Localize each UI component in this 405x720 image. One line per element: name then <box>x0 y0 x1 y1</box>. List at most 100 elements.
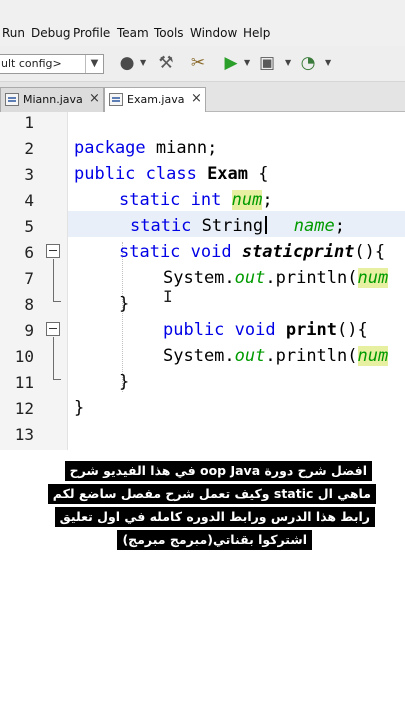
field-num: num <box>357 268 389 288</box>
close-icon[interactable]: × <box>89 91 100 106</box>
line-number: 7 <box>24 269 34 288</box>
code-text: ; <box>262 190 273 210</box>
code-text: System. <box>163 268 235 288</box>
profile-icon[interactable]: ◔ <box>297 52 319 74</box>
text-caret <box>265 216 267 234</box>
code-text: System. <box>163 346 235 366</box>
code-line-2: package miann; <box>74 138 217 158</box>
toolbar: ult config> ▼ ● ▼ ⚒ ✂ ▶ ▼ ▣ ▼ ◔ ▼ <box>0 46 405 82</box>
keyword: static int <box>119 190 222 210</box>
menu-window[interactable]: Window <box>190 26 237 40</box>
menu-run[interactable]: Run <box>2 26 25 40</box>
code-text: .println( <box>265 346 358 366</box>
hammer-icon[interactable]: ⚒ <box>155 52 177 74</box>
chevron-down-icon[interactable]: ▼ <box>325 58 331 67</box>
line-number: 6 <box>24 243 34 262</box>
caption-line: افضل شرح دورة oop Java في هذا الفيديو شر… <box>64 461 372 481</box>
editor-tab-bar: Miann.java × Exam.java × <box>0 82 405 113</box>
caption-line: ماهي ال static وكيف تعمل شرح مفصل ساضع ل… <box>47 484 376 504</box>
chevron-down-icon[interactable]: ▼ <box>285 58 291 67</box>
tab-exam-java[interactable]: Exam.java × <box>104 87 206 113</box>
menu-bar: Run Debug Profile Team Tools Window Help <box>0 0 405 46</box>
fold-line <box>53 259 54 301</box>
java-file-icon <box>5 93 19 106</box>
run-icon[interactable]: ▶ <box>220 52 242 74</box>
fold-end <box>53 301 61 302</box>
line-number: 11 <box>14 373 34 392</box>
config-dropdown[interactable]: ult config> ▼ <box>0 54 104 74</box>
keyword: static void <box>119 242 232 262</box>
field-num: num <box>231 190 263 210</box>
code-line-8: } <box>119 294 129 314</box>
fold-line <box>53 337 54 379</box>
method-name: print <box>275 320 338 340</box>
method-name: staticprint <box>231 242 355 262</box>
class-name: Exam <box>196 164 249 184</box>
code-line-3: public class Exam { <box>74 164 269 184</box>
menu-tools[interactable]: Tools <box>154 26 184 40</box>
field-out: out <box>234 268 266 288</box>
type-name: String <box>191 216 264 236</box>
code-text: } <box>119 294 130 314</box>
code-text: (){ <box>354 242 386 262</box>
keyword: package <box>74 138 146 158</box>
line-number: 5 <box>24 217 34 236</box>
config-value: ult config> <box>1 57 62 70</box>
chevron-down-icon[interactable]: ▼ <box>85 55 103 73</box>
menu-team[interactable]: Team <box>117 26 149 40</box>
chevron-down-icon[interactable]: ▼ <box>140 58 146 67</box>
line-number: 13 <box>14 425 34 444</box>
fold-end <box>53 379 61 380</box>
indent-guide <box>122 242 123 392</box>
field-out: out <box>234 346 266 366</box>
caption-line: اشتركوا بقناتي(مبرمج مبرمج) <box>117 530 312 550</box>
code-text: { <box>248 164 269 184</box>
line-number: 8 <box>24 295 34 314</box>
close-icon[interactable]: × <box>191 91 202 106</box>
chevron-down-icon[interactable]: ▼ <box>244 58 250 67</box>
fold-toggle-icon[interactable] <box>46 244 60 258</box>
java-file-icon <box>109 93 123 106</box>
tab-label: Miann.java <box>23 93 83 106</box>
code-text: miann; <box>145 138 218 158</box>
debug-icon[interactable]: ▣ <box>256 52 278 74</box>
code-line-4: static int num; <box>119 190 273 210</box>
code-text: (){ <box>337 320 368 340</box>
code-editor[interactable]: 1 2 3 4 5 6 7 8 9 10 11 12 13 package mi… <box>0 112 405 450</box>
keyword: static <box>130 216 192 236</box>
code-text: } <box>74 398 85 418</box>
line-number: 12 <box>14 399 34 418</box>
field-name: name <box>293 216 335 236</box>
clean-build-icon[interactable]: ✂ <box>187 52 209 74</box>
menu-help[interactable]: Help <box>243 26 270 40</box>
tab-label: Exam.java <box>127 93 185 106</box>
line-number-gutter: 1 2 3 4 5 6 7 8 9 10 11 12 13 <box>0 112 68 450</box>
line-number: 10 <box>14 347 34 366</box>
caption-line: رابط هذا الدرس ورابط الدوره كامله في اول… <box>54 507 375 527</box>
keyword: public void <box>163 320 276 340</box>
code-text: ; <box>334 216 345 236</box>
line-number: 9 <box>24 321 34 340</box>
fold-toggle-icon[interactable] <box>46 322 60 336</box>
code-line-9: public void print(){ <box>163 320 368 340</box>
line-number: 2 <box>24 139 34 158</box>
line-number: 3 <box>24 165 34 184</box>
menu-profile[interactable]: Profile <box>73 26 110 40</box>
line-number: 4 <box>24 191 34 210</box>
code-text: } <box>119 372 130 392</box>
globe-icon[interactable]: ● <box>116 52 138 74</box>
mouse-ibeam-icon: I <box>163 287 173 306</box>
code-text: .println( <box>265 268 358 288</box>
menu-debug[interactable]: Debug <box>31 26 70 40</box>
keyword: public class <box>74 164 197 184</box>
code-line-7: System.out.println(num <box>163 268 389 288</box>
tab-miann-java[interactable]: Miann.java × <box>0 87 104 112</box>
code-line-12: } <box>74 398 84 418</box>
code-line-11: } <box>119 372 129 392</box>
code-line-10: System.out.println(num <box>163 346 389 366</box>
code-line-6: static void staticprint(){ <box>119 242 385 262</box>
line-number: 1 <box>24 113 34 132</box>
video-caption: افضل شرح دورة oop Java في هذا الفيديو شر… <box>42 461 376 551</box>
code-line-5: static String name; <box>130 216 345 236</box>
field-num: num <box>357 346 389 366</box>
